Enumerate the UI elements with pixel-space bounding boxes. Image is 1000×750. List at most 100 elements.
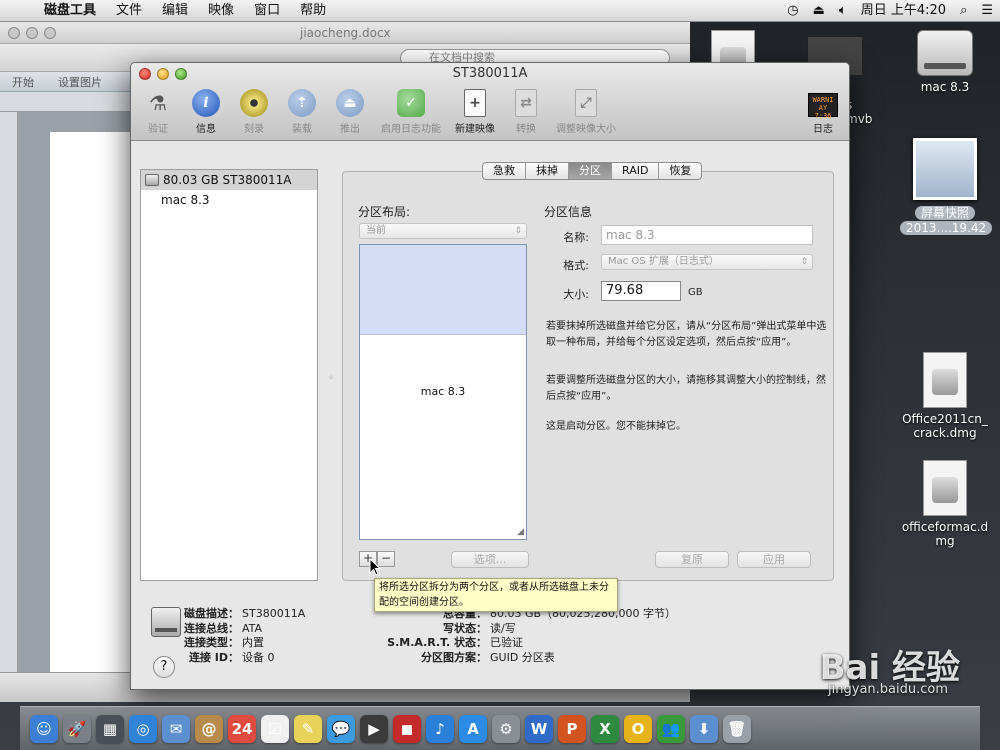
desktop-icon-screenshot[interactable]: 屏幕快照 2013....19.42 <box>900 138 993 235</box>
revert-button[interactable]: 复原 <box>655 551 729 568</box>
resize-image-button[interactable]: ⤢ 调整映像大小 <box>551 87 621 135</box>
time-machine-icon[interactable]: ◷ <box>780 0 805 22</box>
format-select[interactable]: Mac OS 扩展（日志式） ⇕ <box>601 254 813 270</box>
volume-icon[interactable]: 🔈︎ <box>832 0 854 22</box>
burn-button[interactable]: 刻录 <box>231 87 277 135</box>
info-icon: i <box>192 89 220 117</box>
partition-info-title: 分区信息 <box>544 205 593 219</box>
convert-button[interactable]: ⇄ 转换 <box>503 87 549 135</box>
dock-mission-control-icon[interactable]: ▦ <box>96 714 124 743</box>
dock-messages-icon[interactable]: 💬 <box>327 714 355 743</box>
hard-disk-icon <box>917 30 973 76</box>
partition-block-label: mac 8.3 <box>420 385 466 398</box>
dock-mail-icon[interactable]: ✉ <box>162 714 190 743</box>
journal-icon: ✓ <box>397 89 425 117</box>
log-button[interactable]: WARNI AY 7:36 日志 <box>805 93 841 135</box>
info-paragraph-erase: 若要抹掉所选磁盘并给它分区，请从“分区布局”弹出式菜单中选取一种布局，并给每个分… <box>546 321 827 348</box>
desktop-icon-officeformac-dmg[interactable]: officeformac.d mg <box>895 460 995 548</box>
desktop-icon-label-line2: 2013....19.42 <box>900 221 993 235</box>
desktop-icon-mac-hd[interactable]: mac 8.3 <box>910 30 980 94</box>
partition-block-selected[interactable] <box>360 245 526 335</box>
format-label: 格式: <box>563 259 589 272</box>
name-field[interactable]: mac 8.3 <box>601 225 813 245</box>
menu-image[interactable]: 映像 <box>198 0 244 22</box>
mount-button[interactable]: ⇡ 装载 <box>279 87 325 135</box>
menu-edit[interactable]: 编辑 <box>152 0 198 22</box>
word-tab-format-picture[interactable]: 设置图片 <box>46 74 114 90</box>
spotlight-icon[interactable]: ⌕ <box>953 0 974 22</box>
dock: ☺ 🚀 ▦ ◎ ✉ @24 ☑ ✎ 💬 ▶ ◼ ♪ A ⚙ W P X O 👥 ⬇ 🗑 <box>20 706 980 750</box>
dock-contacts-icon[interactable]: @ <box>195 714 223 743</box>
dock-safari-icon[interactable]: ◎ <box>129 714 157 743</box>
size-unit-label: GB <box>688 287 703 298</box>
dock-powerpoint-icon[interactable]: P <box>558 714 586 743</box>
convert-icon: ⇄ <box>515 89 537 117</box>
volume-row-mac-83[interactable]: mac 8.3 <box>141 190 317 210</box>
resize-image-icon: ⤢ <box>575 89 597 117</box>
menu-clock[interactable]: 周日 上午4:20 <box>854 0 953 22</box>
desktop-icon-label: officeformac.d <box>901 520 989 534</box>
dock-finder-icon[interactable]: ☺ <box>30 714 58 743</box>
hard-disk-icon <box>145 174 159 186</box>
enable-journaling-button[interactable]: ✓ 启用日志功能 <box>375 87 447 135</box>
dmg-file-icon <box>923 460 967 516</box>
info-button[interactable]: i 信息 <box>183 87 229 135</box>
volume-row-label: mac 8.3 <box>161 193 210 207</box>
microscope-icon: ⚗ <box>149 91 167 115</box>
desktop-icon-office-crack-dmg[interactable]: Office2011cn_ crack.dmg <box>895 352 995 440</box>
partition-map[interactable]: mac 8.3 ◢ <box>359 244 527 540</box>
disk-row-st380011a[interactable]: 80.03 GB ST380011A <box>141 170 317 190</box>
word-close-icon[interactable] <box>8 26 20 39</box>
resize-grip-icon[interactable]: ◢ <box>517 527 524 537</box>
tab-first-aid[interactable]: 急救 <box>483 163 526 179</box>
tab-restore[interactable]: 恢复 <box>659 163 701 179</box>
info-paragraph-resize: 若要调整所选磁盘分区的大小，请拖移其调整大小的控制线，然后点按“应用”。 <box>546 375 826 402</box>
dock-facetime-icon[interactable]: ▶ <box>360 714 388 743</box>
add-partition-tooltip: 将所选分区拆分为两个分区，或者从所选磁盘上未分配的空间创建分区。 <box>374 578 618 612</box>
screenshot-thumbnail-icon <box>913 138 977 200</box>
disk-list: 80.03 GB ST380011A mac 8.3 <box>140 169 318 581</box>
dock-excel-icon[interactable]: X <box>591 714 619 743</box>
dock-launchpad-icon[interactable]: 🚀 <box>63 714 91 743</box>
tab-raid[interactable]: RAID <box>612 163 660 179</box>
dock-messenger-icon[interactable]: 👥 <box>657 714 685 743</box>
size-label: 大小: <box>563 288 589 301</box>
menu-file[interactable]: 文件 <box>106 0 152 22</box>
size-field[interactable]: 79.68 <box>601 281 681 301</box>
desktop-icon-label: 屏幕快照 <box>914 206 975 220</box>
partition-layout-select[interactable]: 当前 ⇕ <box>359 223 527 239</box>
dock-system-preferences-icon[interactable]: ⚙ <box>492 714 520 743</box>
menu-help[interactable]: 帮助 <box>290 0 336 22</box>
split-view-handle[interactable]: ◦ <box>328 373 334 384</box>
dock-calendar-icon[interactable]: 24 <box>228 714 256 743</box>
window-title: ST380011A <box>452 66 528 81</box>
notification-center-icon[interactable]: ☰ <box>974 0 1000 22</box>
menu-status-area: ◷ ⏏ 🔈︎ 周日 上午4:20 ⌕ ☰ <box>780 0 1000 22</box>
eject-button[interactable]: ⏏ 推出 <box>327 87 373 135</box>
dock-photo-booth-icon[interactable]: ◼ <box>393 714 421 743</box>
mount-icon: ⇡ <box>288 89 316 117</box>
tab-partition[interactable]: 分区 <box>569 163 612 179</box>
dock-downloads-icon[interactable]: ⬇ <box>690 714 718 743</box>
eject-status-icon[interactable]: ⏏ <box>806 0 832 22</box>
disk-info-left: 磁盘描述： ST380011A 连接总线： ATA 连接类型： 内置 连接 ID： 设备… <box>184 607 306 664</box>
verify-button[interactable]: ⚗ 验证 <box>135 87 181 135</box>
du-toolbar: ⚗ 验证 i 信息 刻录 ⇡ 装载 ⏏ 推出 ✓ 启用日志功能 + 新建映像 ⇄… <box>135 87 623 135</box>
dock-itunes-icon[interactable]: ♪ <box>426 714 454 743</box>
partition-layout-label: 分区布局: <box>358 205 411 219</box>
new-image-button[interactable]: + 新建映像 <box>449 87 501 135</box>
menu-app-name[interactable]: 磁盘工具 <box>34 0 106 22</box>
dock-reminders-icon[interactable]: ☑ <box>261 714 289 743</box>
dock-word-icon[interactable]: W <box>525 714 553 743</box>
word-tab-home[interactable]: 开始 <box>0 74 46 90</box>
options-button[interactable]: 选项... <box>451 551 529 568</box>
apply-button[interactable]: 应用 <box>737 551 811 568</box>
tab-erase[interactable]: 抹掉 <box>526 163 569 179</box>
dock-outlook-icon[interactable]: O <box>624 714 652 743</box>
dock-app-store-icon[interactable]: A <box>459 714 487 743</box>
menu-window[interactable]: 窗口 <box>244 0 290 22</box>
word-minimize-icon[interactable] <box>26 26 38 39</box>
dock-trash-icon[interactable]: 🗑 <box>723 714 751 743</box>
dock-notes-icon[interactable]: ✎ <box>294 714 322 743</box>
word-zoom-icon[interactable] <box>44 26 56 39</box>
